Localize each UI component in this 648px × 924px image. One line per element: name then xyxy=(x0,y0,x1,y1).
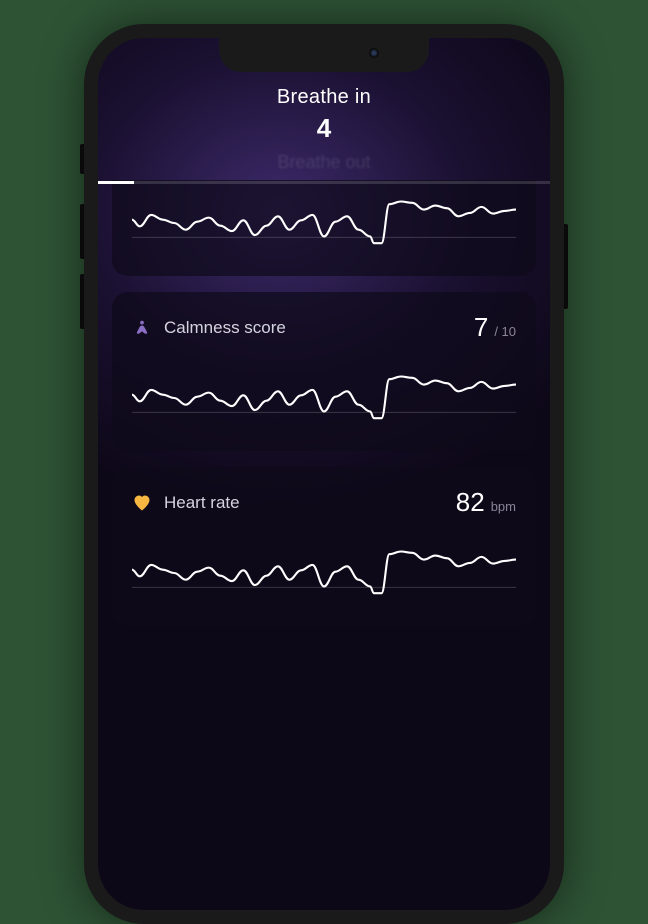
card-title: Calmness score xyxy=(164,318,286,338)
card-value: 82 xyxy=(456,487,485,518)
card-unit: bpm xyxy=(491,499,516,514)
waveform-chart xyxy=(132,363,516,433)
card-value-wrap: 82 bpm xyxy=(456,487,516,518)
breathing-progress-track xyxy=(98,181,550,184)
phone-device-frame: Breathe in 4 Breathe out xyxy=(84,24,564,924)
metrics-cards: Calmness score 7 / 10 xyxy=(98,180,550,626)
card-title: Heart rate xyxy=(164,493,240,513)
card-title-wrap: Heart rate xyxy=(132,493,240,513)
phone-mute-switch xyxy=(80,144,84,174)
phone-notch xyxy=(219,38,429,72)
front-camera-icon xyxy=(369,48,379,58)
breathe-count: 4 xyxy=(98,113,550,144)
breathe-phase-label: Breathe in xyxy=(98,86,550,109)
phone-power-button xyxy=(564,224,568,309)
waveform-chart xyxy=(132,538,516,608)
breathing-progress-fill xyxy=(98,181,134,184)
waveform-chart xyxy=(132,188,516,258)
metric-card-partial[interactable] xyxy=(112,180,536,276)
metric-card-calmness[interactable]: Calmness score 7 / 10 xyxy=(112,292,536,451)
meditation-icon xyxy=(132,318,152,338)
card-value: 7 xyxy=(474,312,488,343)
breathe-next-phase: Breathe out xyxy=(98,152,550,173)
card-header: Heart rate 82 bpm xyxy=(132,487,516,518)
card-unit: / 10 xyxy=(494,324,516,339)
heart-icon xyxy=(132,493,152,513)
card-header: Calmness score 7 / 10 xyxy=(132,312,516,343)
phone-volume-up xyxy=(80,204,84,259)
card-title-wrap: Calmness score xyxy=(132,318,286,338)
metric-card-heart-rate[interactable]: Heart rate 82 bpm xyxy=(112,467,536,626)
card-value-wrap: 7 / 10 xyxy=(474,312,516,343)
phone-screen: Breathe in 4 Breathe out xyxy=(98,38,550,910)
phone-volume-down xyxy=(80,274,84,329)
